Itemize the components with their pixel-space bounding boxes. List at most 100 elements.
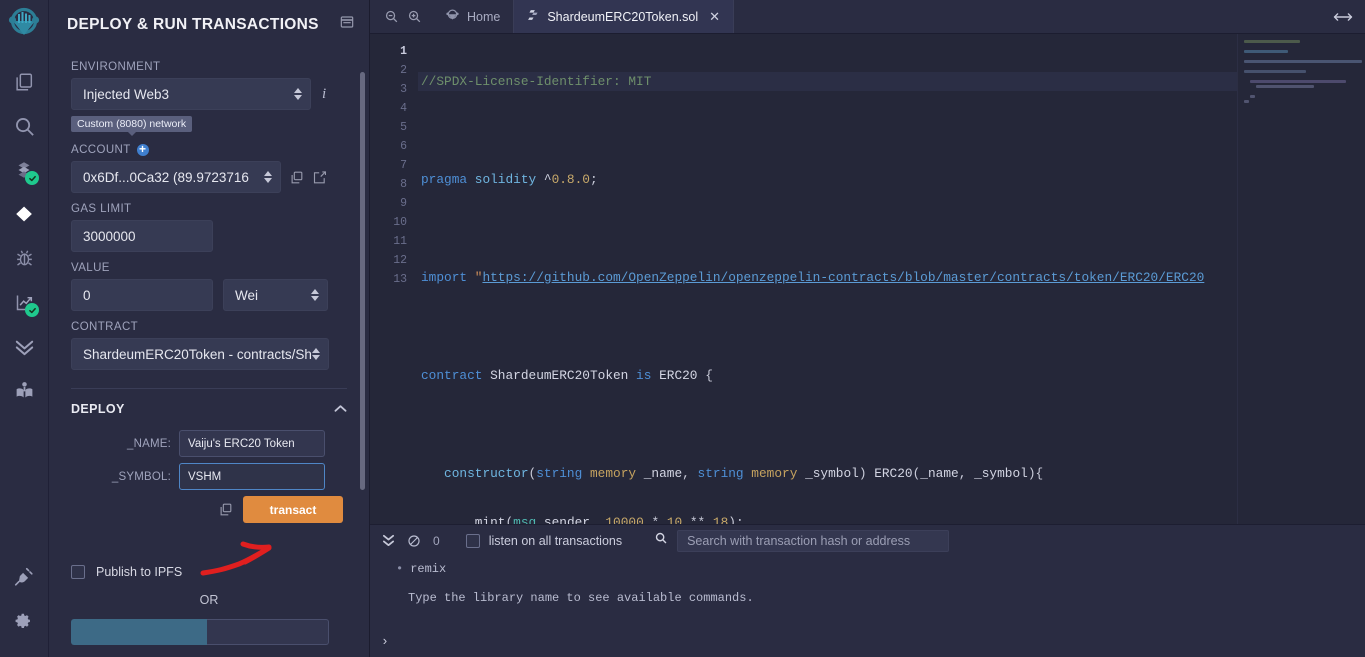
zoom-in-icon[interactable] [405,7,424,26]
tab-home-label: Home [467,9,501,24]
name-value: Vaiju's ERC20 Token [188,437,295,450]
search-icon[interactable] [654,531,668,550]
plug-icon [13,566,35,588]
sidebar-item-solidity-compiler[interactable] [0,148,48,192]
deploy-run-panel: DEPLOY & RUN TRANSACTIONS ENVIRONMENT In… [49,0,370,657]
search-icon [13,115,36,138]
tab-home[interactable]: Home [432,0,515,33]
bullet-icon: • [396,562,404,576]
file-explorers-icon [13,71,35,93]
code-line-9: constructor(string memory _name, string … [444,466,1044,481]
symbol-input[interactable]: VSHM [179,463,325,490]
learneth-book-icon [14,380,35,401]
log-source-text: remix [410,562,447,576]
minimap-line [1244,40,1300,43]
at-address-button[interactable] [71,619,207,645]
chevron-updown-icon [312,348,320,360]
sidebar-item-search[interactable] [0,104,48,148]
sidebar-item-file-explorers[interactable] [0,60,48,104]
line-number: 12 [393,254,407,267]
chevrons-down-icon[interactable] [382,533,395,548]
gas-limit-input[interactable]: 3000000 [71,220,213,252]
chevron-up-icon[interactable] [334,402,347,416]
chevron-updown-icon [294,88,302,100]
sidebar-item-learneth[interactable] [0,368,48,412]
analyzers-success-badge [25,303,39,317]
account-label: ACCOUNT + [71,143,347,156]
terminal-toolbar: 0 listen on all transactions Search with… [370,525,1365,556]
at-address-input[interactable] [207,619,329,645]
line-number: 6 [400,140,407,153]
line-number: 7 [400,159,407,172]
zoom-out-icon[interactable] [382,7,401,26]
value-amount: 0 [83,287,91,303]
remix-ide-window: DEPLOY & RUN TRANSACTIONS ENVIRONMENT In… [0,0,1365,657]
line-number-gutter: 1 2 3 4 5 6 7 8 9 10 11 12 13 [370,34,418,524]
line-number: 10 [393,216,407,229]
minimap-line [1244,60,1362,63]
no-entry-icon[interactable] [407,534,421,548]
chevron-updown-icon [311,289,319,301]
value-unit: Wei [235,287,259,303]
environment-select[interactable]: Injected Web3 [71,78,311,110]
line-number: 5 [400,121,407,134]
at-address-row [71,619,347,645]
editor-minimap[interactable] [1237,34,1365,524]
line-number: 1 [400,45,407,58]
sidebar-item-unit-testing[interactable] [0,324,48,368]
sidebar-item-plugin-manager[interactable] [0,555,48,599]
contract-label: CONTRACT [71,321,139,333]
deploy-section-header[interactable]: DEPLOY [71,388,347,424]
copy-icon[interactable] [289,170,304,185]
name-input[interactable]: Vaiju's ERC20 Token [179,430,325,457]
code-content[interactable]: //SPDX-License-Identifier: MIT pragma so… [418,34,1237,524]
tab-shardeum-erc20-token-sol[interactable]: ShardeumERC20Token.sol ✕ [514,0,735,33]
terminal-prompt[interactable]: › [381,634,389,649]
sidebar-item-deploy-run-transactions[interactable] [0,192,48,236]
name-label: _NAME: [126,437,171,450]
remix-logo[interactable] [0,0,48,46]
editor-tabbar: Home ShardeumERC20Token.sol ✕ [370,0,1365,34]
deploy-run-transactions-icon [13,203,35,225]
panel-header: DEPLOY & RUN TRANSACTIONS [49,0,369,45]
sidebar-item-solidity-analyzers[interactable] [0,280,48,324]
chevron-updown-icon [264,171,272,183]
recorder-icon[interactable] [339,14,355,35]
listen-all-transactions-row[interactable]: listen on all transactions [465,533,622,548]
terminal-log-source: • remix [370,560,1365,579]
minimap-line [1256,85,1314,88]
account-label-text: ACCOUNT [71,144,131,156]
listen-all-transactions-checkbox[interactable] [465,533,480,548]
copy-calldata-icon[interactable] [218,502,233,517]
value-unit-select[interactable]: Wei [223,279,328,311]
symbol-label: _SYMBOL: [111,470,171,483]
deploy-title: DEPLOY [71,402,125,416]
info-icon[interactable]: i [319,86,329,103]
gas-limit-value: 3000000 [83,228,136,244]
publish-ipfs-checkbox[interactable] [71,565,85,579]
solidity-file-icon [527,8,540,25]
close-icon[interactable]: ✕ [709,10,720,23]
transact-button[interactable]: transact [243,496,343,523]
contract-select[interactable]: ShardeumERC20Token - contracts/Sh [71,338,329,370]
plus-circle-icon[interactable]: + [136,143,149,156]
value-input[interactable]: 0 [71,279,213,311]
sidebar-item-settings[interactable] [0,599,48,643]
sidebar-item-debugger[interactable] [0,236,48,280]
code-editor[interactable]: 1 2 3 4 5 6 7 8 9 10 11 12 13 //SPDX-Lic… [370,34,1365,524]
code-line-1: //SPDX-License-Identifier: MIT [418,72,1237,91]
expand-horizontal-icon[interactable] [1333,10,1353,24]
edit-sign-icon[interactable] [312,170,327,185]
line-number: 2 [400,64,407,77]
constructor-field-name: _NAME: Vaiju's ERC20 Token [71,430,347,457]
line-number: 3 [400,83,407,96]
publish-ipfs-row[interactable]: Publish to IPFS [71,565,347,579]
terminal-search-input[interactable]: Search with transaction hash or address [677,529,950,552]
account-select[interactable]: 0x6Df...0Ca32 (89.9723716 [71,161,281,193]
panel-scrollbar[interactable] [360,72,365,490]
contract-value: ShardeumERC20Token - contracts/Sh [83,346,312,362]
terminal-output: • remix Type the library name to see avai… [370,556,1365,657]
